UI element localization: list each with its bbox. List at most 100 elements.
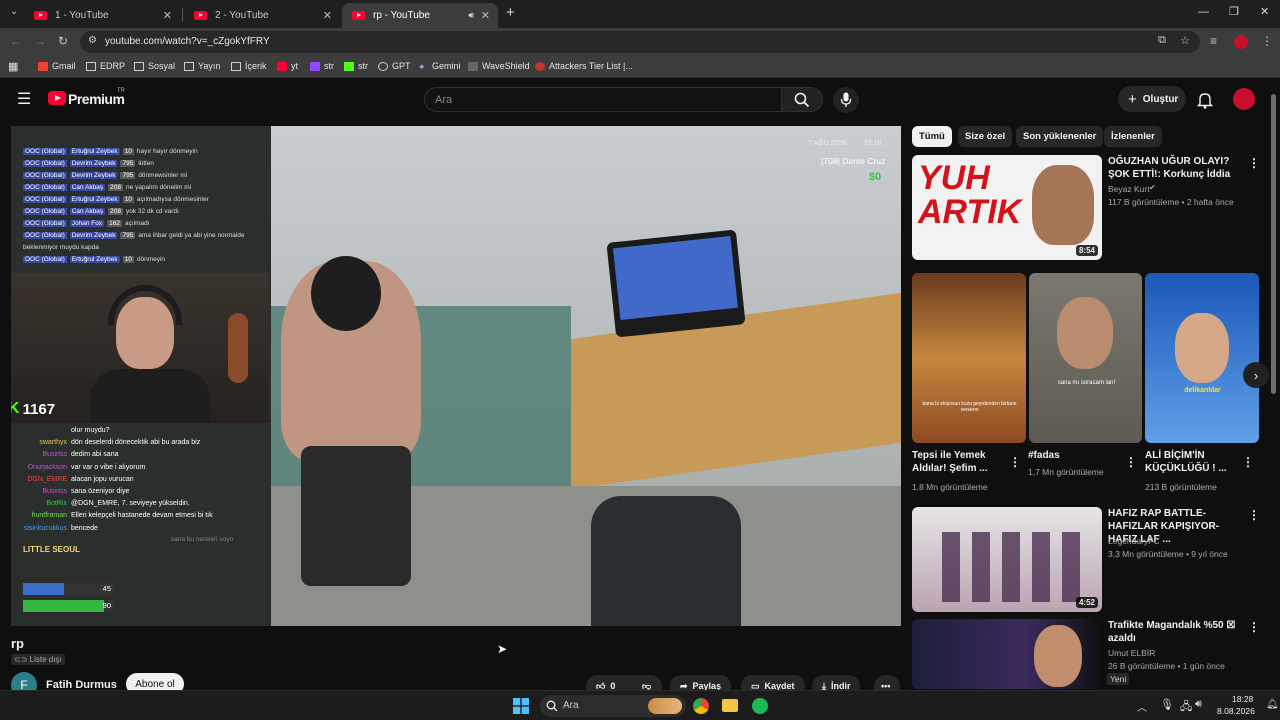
account-avatar[interactable] — [1233, 88, 1255, 110]
link-icon: ⊂⊃ — [14, 655, 30, 664]
network-icon[interactable]: 🖧︎ — [1180, 698, 1192, 717]
video-player[interactable]: OOC (Global) Ertuğrul Zeybek 10 hayır hayır… — [11, 126, 901, 626]
short2-title[interactable]: #fadas — [1028, 449, 1124, 462]
rec1-channel[interactable]: Beyaz Kurt — [1108, 183, 1150, 195]
back-arrow-icon[interactable]: ← — [10, 34, 22, 48]
page-scrollbar[interactable] — [1271, 82, 1278, 688]
rec3-title[interactable]: Trafikte Magandalık %50 ☒ azaldı — [1108, 619, 1246, 645]
close-icon[interactable]: ✕ — [323, 9, 332, 22]
close-icon[interactable]: ✕ — [163, 9, 172, 22]
forward-arrow-icon[interactable]: → — [34, 34, 46, 48]
taskbar-search[interactable]: Ara — [540, 695, 686, 717]
new-tab-plus-icon[interactable]: + — [506, 4, 515, 21]
tab-1[interactable]: 1 - YouTube ✕ — [24, 3, 180, 28]
bookmark-attackers[interactable]: Attackers Tier List |... — [535, 61, 633, 71]
bookmark-icerik[interactable]: İçerik — [231, 61, 267, 71]
close-window-icon[interactable]: ✕ — [1260, 5, 1269, 18]
chip-recently-uploaded[interactable]: Son yüklenenler — [1016, 126, 1104, 147]
short1-title[interactable]: Tepsi ile Yemek Aldılar! Şefim ... — [912, 449, 1008, 475]
chrome-taskbar-icon[interactable] — [693, 698, 709, 714]
bookmark-gpt[interactable]: GPT — [378, 61, 411, 71]
apps-grid-icon[interactable]: ▦ — [8, 60, 18, 73]
ooc-message: dönmewsinler mi — [138, 172, 188, 179]
search-input[interactable]: Ara — [424, 87, 782, 112]
tab-3-active[interactable]: rp - YouTube 🔊︎ ✕ — [342, 3, 498, 28]
chip-all[interactable]: Tümü — [912, 126, 952, 147]
tab-list-chevron-icon[interactable]: ⌄ — [10, 6, 18, 17]
logo-text[interactable]: Premium — [68, 91, 125, 107]
health-bar: 90 — [23, 600, 113, 612]
notification-center-icon[interactable]: 🔔︎ — [1266, 699, 1279, 710]
address-bar[interactable]: ⚙︎ youtube.com/watch?v=_cZgokYfFRY ⧉ ☆ — [80, 31, 1200, 53]
kick-icon: K — [11, 400, 20, 417]
close-icon[interactable]: ✕ — [481, 9, 490, 22]
clock-time[interactable]: 18:28 — [1232, 694, 1253, 704]
more-options-icon[interactable]: ⋮ — [1248, 620, 1260, 634]
chip-for-you[interactable]: Size özel — [958, 126, 1013, 147]
voice-search-button[interactable] — [833, 87, 859, 113]
more-options-icon[interactable]: ⋮ — [1125, 455, 1137, 469]
speaker-icon[interactable]: 🔊︎ — [468, 10, 474, 21]
rec1-title[interactable]: OĞUZHAN UĞUR OLAYI? ŞOK ETTİ!: Korkunç İ… — [1108, 155, 1246, 181]
bookmark-yt[interactable]: yt — [277, 61, 298, 71]
bookmark-edrp[interactable]: EDRP — [86, 61, 125, 71]
waveshield-icon — [468, 61, 478, 71]
restore-icon[interactable]: ❐ — [1229, 5, 1239, 18]
ooc-tag: OOC (Global) — [23, 256, 67, 263]
short3-thumbnail[interactable]: delikanlılar — [1145, 273, 1259, 443]
bookmark-waveshield[interactable]: WaveShield — [468, 61, 530, 71]
rec2-thumbnail[interactable]: 4:52 — [912, 507, 1102, 612]
rec3-channel[interactable]: Umut ELBİR — [1108, 647, 1155, 659]
tab-2[interactable]: 2 - YouTube ✕ — [184, 3, 340, 28]
more-options-icon[interactable]: ⋮ — [1248, 508, 1260, 522]
notifications-bell-icon[interactable] — [1197, 91, 1213, 109]
windows-start-icon[interactable] — [513, 698, 529, 714]
short2-views: 1,7 Mn görüntüleme — [1028, 467, 1104, 477]
tab-label: 2 - YouTube — [215, 10, 269, 21]
ooc-message: ne yapalım dönelim mi — [126, 184, 192, 191]
health-fill — [23, 600, 104, 612]
short2-thumbnail[interactable]: sana mı soracam lan! — [1029, 273, 1142, 443]
microphone-icon[interactable]: 🎙︎ — [1160, 698, 1174, 711]
more-options-icon[interactable]: ⋮ — [1248, 156, 1260, 170]
site-info-icon[interactable]: ⚙︎ — [88, 35, 97, 46]
profile-avatar-icon[interactable] — [1234, 35, 1248, 49]
chat-message: olur muydu? — [71, 427, 110, 434]
rec1-thumbnail[interactable]: YUH ARTIK 8:54 — [912, 155, 1102, 260]
reload-icon[interactable]: ↻ — [58, 34, 68, 48]
file-explorer-icon[interactable] — [722, 699, 738, 712]
bookmark-str-twitch[interactable]: str — [310, 61, 334, 71]
create-button[interactable]: + Oluştur — [1118, 86, 1186, 112]
menu-kebab-icon[interactable]: ⋮ — [1261, 34, 1273, 48]
hamburger-menu-icon[interactable]: ☰ — [17, 89, 31, 109]
more-options-icon[interactable]: ⋮ — [1009, 455, 1021, 469]
ooc-message: açılmadıysa dönmesinler — [136, 196, 209, 203]
search-button[interactable] — [781, 87, 823, 112]
ooc-tag: OOC (Global) — [23, 184, 67, 191]
bookmark-gmail[interactable]: Gmail — [38, 61, 76, 71]
chip-watched[interactable]: İzlenenler — [1104, 126, 1162, 147]
rec2-channel[interactable]: LegendaryFC — [1108, 535, 1160, 547]
scrollbar-thumb[interactable] — [1271, 94, 1276, 394]
shorts-next-button[interactable]: › — [1243, 362, 1269, 388]
bookmark-gemini[interactable]: ✦ Gemini — [418, 61, 461, 72]
rec3-thumbnail[interactable] — [912, 619, 1102, 689]
minimize-icon[interactable]: — — [1198, 6, 1209, 18]
chat-username: sisinkucukkus — [23, 524, 67, 532]
openai-icon — [378, 61, 388, 71]
spotify-icon[interactable] — [752, 698, 768, 714]
ooc-player-id: 795 — [120, 160, 136, 167]
bookmark-yayin[interactable]: Yayın — [184, 61, 220, 71]
tray-overflow-chevron-icon[interactable]: ︿ — [1137, 699, 1147, 714]
clock-date[interactable]: 8.08.2026 — [1217, 706, 1255, 716]
short1-thumbnail[interactable]: bana bi ekiyosun kuzu peyrdenden birtane… — [912, 273, 1026, 443]
media-controls-icon[interactable]: ≡ — [1210, 34, 1217, 48]
more-options-icon[interactable]: ⋮ — [1242, 455, 1254, 469]
youtube-logo-icon[interactable] — [48, 91, 66, 105]
bookmark-str-kick[interactable]: str — [344, 61, 368, 71]
bookmark-star-icon[interactable]: ☆ — [1180, 34, 1190, 47]
short3-title[interactable]: ALİ BİÇİM'İN KÜÇÜKLÜĞÜ ! ... — [1145, 449, 1241, 475]
install-app-icon[interactable]: ⧉ — [1158, 34, 1166, 47]
volume-icon[interactable]: 🔊︎ — [1195, 698, 1202, 711]
bookmark-sosyal[interactable]: Sosyal — [134, 61, 175, 71]
